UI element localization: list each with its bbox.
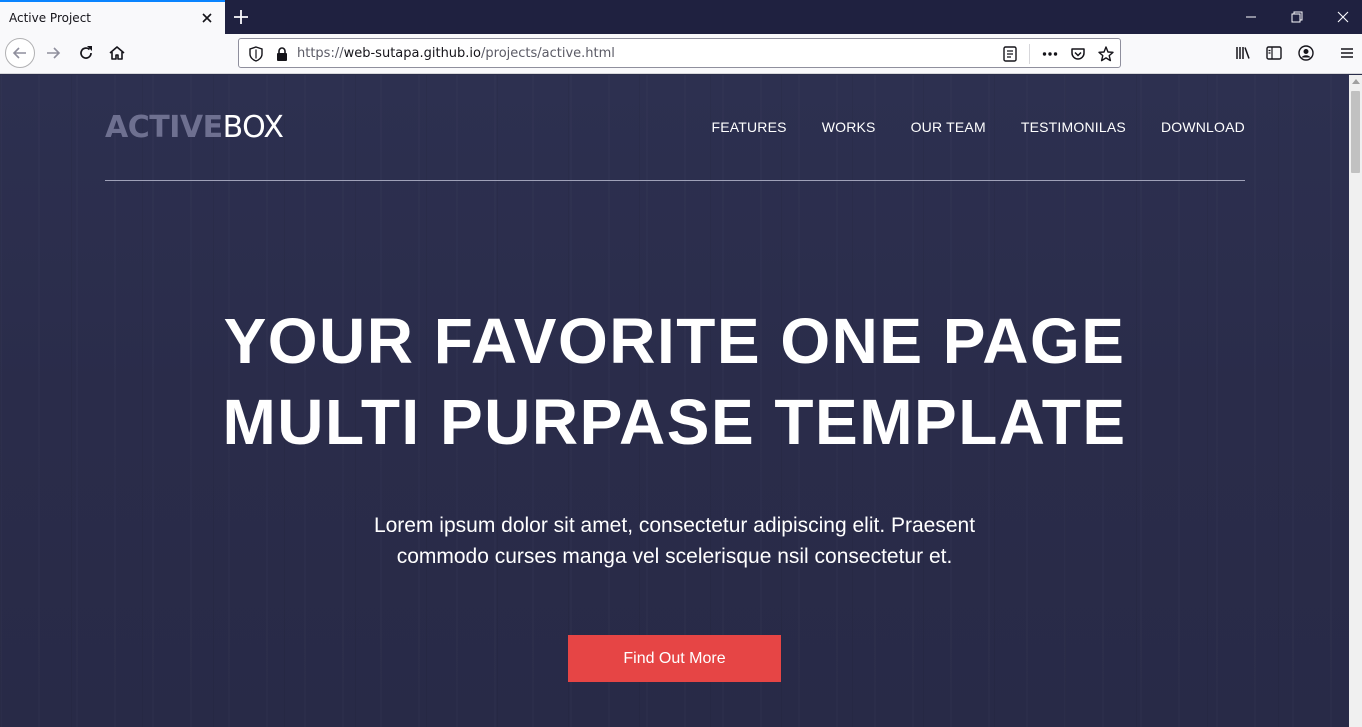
nav-link-download[interactable]: DOWNLOAD <box>1161 119 1245 135</box>
hero-title-line-2: MULTI PURPASE TEMPLATE <box>222 386 1127 458</box>
tab-title: Active Project <box>9 11 91 25</box>
page-actions-icon[interactable] <box>1041 45 1059 63</box>
close-tab-icon[interactable] <box>198 9 216 27</box>
reload-button[interactable] <box>71 38 101 68</box>
sidebar-button[interactable] <box>1259 38 1289 68</box>
menu-button[interactable] <box>1332 38 1362 68</box>
nav-link-our-team[interactable]: OUR TEAM <box>911 119 986 135</box>
minimize-icon[interactable] <box>1240 6 1262 28</box>
tab-strip: Active Project <box>0 0 1362 34</box>
header-divider <box>105 180 1245 181</box>
url-text[interactable]: https://web-sutapa.github.io/projects/ac… <box>297 46 615 61</box>
forward-button[interactable] <box>38 38 68 68</box>
tracking-shield-icon[interactable] <box>247 45 265 63</box>
hero-title-line-1: YOUR FAVORITE ONE PAGE <box>223 305 1126 377</box>
nav-link-works[interactable]: WORKS <box>822 119 876 135</box>
reload-icon <box>80 46 92 59</box>
library-button[interactable] <box>1228 38 1258 68</box>
hamburger-menu-icon <box>1341 48 1353 58</box>
forward-arrow-icon <box>47 47 61 59</box>
nav-link-features[interactable]: FEATURES <box>711 119 786 135</box>
home-icon <box>109 46 125 60</box>
urlbar-separator <box>1029 44 1030 64</box>
home-button[interactable] <box>102 38 132 68</box>
pocket-icon[interactable] <box>1069 45 1087 63</box>
sidebar-icon <box>1266 46 1282 60</box>
account-icon <box>1298 45 1314 61</box>
restore-icon[interactable] <box>1286 6 1308 28</box>
account-button[interactable] <box>1291 38 1321 68</box>
site-logo[interactable]: ACTIVEBOX <box>105 110 284 145</box>
find-out-more-button[interactable]: Find Out More <box>568 635 781 682</box>
navigation-toolbar: https://web-sutapa.github.io/projects/ac… <box>0 34 1362 74</box>
reader-view-icon[interactable] <box>1001 45 1019 63</box>
web-page: ACTIVEBOX FEATURES WORKS OUR TEAM TESTIM… <box>0 75 1349 727</box>
url-host: web-sutapa.github.io <box>343 46 481 61</box>
new-tab-icon[interactable] <box>229 5 253 29</box>
hero-subtitle-line-2: commodo curses manga vel scelerisque nsi… <box>396 545 953 568</box>
page-scrollbar[interactable] <box>1349 75 1362 727</box>
hero-title: YOUR FAVORITE ONE PAGE MULTI PURPASE TEM… <box>0 301 1349 463</box>
bookmark-star-icon[interactable] <box>1097 45 1115 63</box>
scrollbar-thumb[interactable] <box>1351 91 1360 173</box>
lock-icon[interactable] <box>273 45 291 63</box>
address-bar[interactable]: https://web-sutapa.github.io/projects/ac… <box>238 38 1121 68</box>
hero-subtitle: Lorem ipsum dolor sit amet, consectetur … <box>0 510 1349 572</box>
close-window-icon[interactable] <box>1332 6 1354 28</box>
library-icon <box>1236 47 1250 59</box>
url-scheme: https:// <box>297 46 344 61</box>
site-nav: FEATURES WORKS OUR TEAM TESTIMONILAS DOW… <box>676 119 1245 135</box>
scroll-up-arrow-icon[interactable] <box>1352 79 1360 84</box>
back-arrow-icon <box>5 38 35 68</box>
back-button[interactable] <box>5 38 35 68</box>
url-path: /projects/active.html <box>481 46 615 61</box>
logo-part-box: BOX <box>222 110 284 145</box>
nav-link-testimonials[interactable]: TESTIMONILAS <box>1021 119 1126 135</box>
hero-subtitle-line-1: Lorem ipsum dolor sit amet, consectetur … <box>373 514 976 537</box>
tab-active-project[interactable]: Active Project <box>0 0 225 34</box>
logo-part-active: ACTIVE <box>105 110 223 145</box>
